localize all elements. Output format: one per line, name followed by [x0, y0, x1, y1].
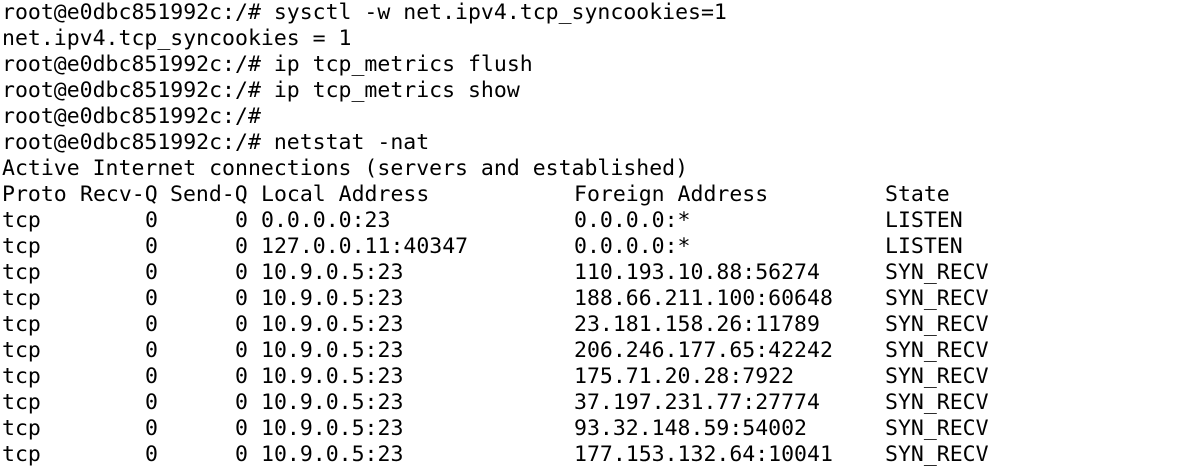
- cell-proto: tcp: [2, 364, 41, 389]
- cell-recvq: 0: [145, 390, 158, 415]
- cell-local-address: 10.9.0.5:23: [261, 338, 404, 363]
- cell-state: SYN_RECV: [885, 390, 989, 415]
- netstat-row: tcp 0 0 0.0.0.0:23 0.0.0.0:* LISTEN: [2, 208, 1187, 234]
- cell-recvq: 0: [145, 442, 158, 467]
- shell-prompt: root@e0dbc851992c:/#: [2, 0, 274, 25]
- command-text: sysctl -w net.ipv4.tcp_syncookies=1: [273, 0, 727, 25]
- cell-foreign-address: 93.32.148.59:54002: [574, 416, 807, 441]
- cell-sendq: 0: [235, 442, 248, 467]
- cell-recvq: 0: [145, 208, 158, 233]
- cell-proto: tcp: [2, 338, 41, 363]
- netstat-row: tcp 0 0 127.0.0.11:40347 0.0.0.0:* LISTEN: [2, 234, 1187, 260]
- terminal-window[interactable]: root@e0dbc851992c:/# sysctl -w net.ipv4.…: [0, 0, 1187, 467]
- netstat-row: tcp 0 0 10.9.0.5:23 175.71.20.28:7922 SYN_REC…: [2, 364, 1187, 390]
- cell-local-address: 10.9.0.5:23: [261, 260, 404, 285]
- cell-local-address: 10.9.0.5:23: [261, 312, 404, 337]
- cell-sendq: 0: [235, 234, 248, 259]
- cell-proto: tcp: [2, 312, 41, 337]
- netstat-row: tcp 0 0 10.9.0.5:23 177.153.132.64:10041 SYN_…: [2, 442, 1187, 467]
- cell-state: SYN_RECV: [885, 286, 989, 311]
- command-line: root@e0dbc851992c:/# sysctl -w net.ipv4.…: [2, 0, 1187, 26]
- cell-state: SYN_RECV: [885, 260, 989, 285]
- cell-state: SYN_RECV: [885, 416, 989, 441]
- cell-sendq: 0: [235, 338, 248, 363]
- header-foreign-address: Foreign Address: [574, 182, 769, 207]
- shell-prompt: root@e0dbc851992c:/#: [2, 104, 274, 129]
- command-line: root@e0dbc851992c:/# netstat -nat: [2, 130, 1187, 156]
- cell-foreign-address: 110.193.10.88:56274: [574, 260, 820, 285]
- cell-proto: tcp: [2, 234, 41, 259]
- cell-local-address: 10.9.0.5:23: [261, 416, 404, 441]
- command-output-line: Active Internet connections (servers and…: [2, 156, 689, 181]
- command-text: netstat -nat: [273, 130, 430, 155]
- command-line: root@e0dbc851992c:/#: [2, 104, 1187, 130]
- cell-foreign-address: 175.71.20.28:7922: [574, 364, 795, 389]
- cell-sendq: 0: [235, 208, 248, 233]
- cell-local-address: 0.0.0.0:23: [261, 208, 391, 233]
- cell-recvq: 0: [145, 338, 158, 363]
- command-text: ip tcp_metrics show: [273, 78, 520, 103]
- cell-foreign-address: 206.246.177.65:42242: [574, 338, 833, 363]
- netstat-table-body: tcp 0 0 0.0.0.0:23 0.0.0.0:* LISTEN tcp 0 0 127.0…: [2, 208, 1187, 467]
- command-text: ip tcp_metrics flush: [273, 52, 533, 77]
- cell-foreign-address: 177.153.132.64:10041: [574, 442, 833, 467]
- netstat-row: tcp 0 0 10.9.0.5:23 206.246.177.65:42242 SYN_…: [2, 338, 1187, 364]
- cell-proto: tcp: [2, 390, 41, 415]
- cell-sendq: 0: [235, 416, 248, 441]
- command-output-line: net.ipv4.tcp_syncookies = 1: [2, 26, 352, 51]
- cell-proto: tcp: [2, 286, 41, 311]
- cell-state: SYN_RECV: [885, 442, 989, 467]
- header-proto: Proto: [2, 182, 67, 207]
- netstat-row: tcp 0 0 10.9.0.5:23 37.197.231.77:27774 SYN_R…: [2, 390, 1187, 416]
- shell-prompt: root@e0dbc851992c:/#: [2, 52, 274, 77]
- cell-state: SYN_RECV: [885, 312, 989, 337]
- cell-state: SYN_RECV: [885, 338, 989, 363]
- header-recvq: Recv-Q: [80, 182, 158, 207]
- cell-foreign-address: 0.0.0.0:*: [574, 208, 691, 233]
- cell-sendq: 0: [235, 312, 248, 337]
- header-local-address: Local Address: [261, 182, 430, 207]
- cell-foreign-address: 23.181.158.26:11789: [574, 312, 820, 337]
- cell-sendq: 0: [235, 390, 248, 415]
- netstat-row: tcp 0 0 10.9.0.5:23 188.66.211.100:60648 SYN_…: [2, 286, 1187, 312]
- cell-state: LISTEN: [885, 234, 963, 259]
- cell-recvq: 0: [145, 364, 158, 389]
- cell-state: LISTEN: [885, 208, 963, 233]
- cell-recvq: 0: [145, 286, 158, 311]
- netstat-row: tcp 0 0 10.9.0.5:23 93.32.148.59:54002 SYN_RE…: [2, 416, 1187, 442]
- cell-local-address: 10.9.0.5:23: [261, 364, 404, 389]
- netstat-row: tcp 0 0 10.9.0.5:23 23.181.158.26:11789 SYN_R…: [2, 312, 1187, 338]
- cell-proto: tcp: [2, 416, 41, 441]
- cell-sendq: 0: [235, 286, 248, 311]
- cell-recvq: 0: [145, 312, 158, 337]
- cell-recvq: 0: [145, 416, 158, 441]
- netstat-header-row: Proto Recv-Q Send-Q Local Address Foreig…: [2, 182, 1187, 208]
- terminal-history: root@e0dbc851992c:/# sysctl -w net.ipv4.…: [2, 0, 1187, 182]
- cell-foreign-address: 0.0.0.0:*: [574, 234, 691, 259]
- shell-prompt: root@e0dbc851992c:/#: [2, 130, 274, 155]
- command-line: root@e0dbc851992c:/# ip tcp_metrics flus…: [2, 52, 1187, 78]
- header-sendq: Send-Q: [170, 182, 248, 207]
- cell-local-address: 10.9.0.5:23: [261, 390, 404, 415]
- cell-local-address: 10.9.0.5:23: [261, 286, 404, 311]
- cell-local-address: 10.9.0.5:23: [261, 442, 404, 467]
- cell-foreign-address: 37.197.231.77:27774: [574, 390, 820, 415]
- cell-proto: tcp: [2, 208, 41, 233]
- command-line: root@e0dbc851992c:/# ip tcp_metrics show: [2, 78, 1187, 104]
- cell-proto: tcp: [2, 442, 41, 467]
- cell-proto: tcp: [2, 260, 41, 285]
- shell-prompt: root@e0dbc851992c:/#: [2, 78, 274, 103]
- cell-sendq: 0: [235, 364, 248, 389]
- cell-local-address: 127.0.0.11:40347: [261, 234, 469, 259]
- cell-sendq: 0: [235, 260, 248, 285]
- cell-state: SYN_RECV: [885, 364, 989, 389]
- cell-foreign-address: 188.66.211.100:60648: [574, 286, 833, 311]
- netstat-row: tcp 0 0 10.9.0.5:23 110.193.10.88:56274 SYN_R…: [2, 260, 1187, 286]
- cell-recvq: 0: [145, 260, 158, 285]
- header-state: State: [885, 182, 950, 207]
- cell-recvq: 0: [145, 234, 158, 259]
